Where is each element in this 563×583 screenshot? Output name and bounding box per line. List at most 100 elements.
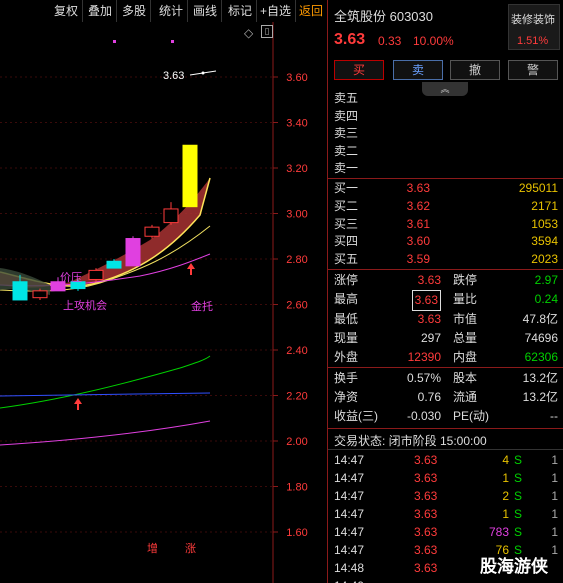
price-axis-label: 3.40 bbox=[286, 118, 307, 130]
cancel-order-button[interactable]: 撤 bbox=[450, 60, 500, 80]
buy-order-row: 买一 3.63 295011 bbox=[328, 179, 563, 197]
stat-label: 股本 bbox=[453, 371, 478, 385]
toolbar-fuquan-button[interactable]: 复权 bbox=[50, 0, 84, 22]
tick-row: 14:47 3.63 4 S 1 bbox=[328, 451, 563, 469]
tick-count: 1 bbox=[551, 453, 558, 467]
candle-body bbox=[32, 290, 48, 299]
stock-change: 0.33 bbox=[378, 34, 402, 48]
tick-time: 14:47 bbox=[334, 507, 365, 521]
stat-row: 最高 3.63 量比 0.24 bbox=[328, 290, 563, 312]
stock-price: 3.63 bbox=[334, 31, 366, 48]
tick-price: 3.63 bbox=[414, 453, 438, 467]
buy-order-row: 买五 3.59 2023 bbox=[328, 250, 563, 268]
price-axis-label: 2.80 bbox=[286, 254, 307, 266]
stat-label: 现量 bbox=[334, 330, 359, 345]
kline-chart-panel[interactable]: 3.60 3.40 3.20 3.00 2.80 2.60 2.40 2.20 2.00 1.80… bbox=[0, 0, 327, 583]
tick-side: S bbox=[514, 507, 523, 521]
sell-button[interactable]: 卖 bbox=[393, 60, 443, 80]
tick-count: 1 bbox=[551, 471, 558, 485]
tick-row: 14:49 bbox=[328, 577, 563, 583]
tick-row: 14:47 3.63 1 S 1 bbox=[328, 505, 563, 523]
sell-order-row: 卖一 bbox=[328, 159, 563, 177]
buy-order-row: 买二 3.62 2171 bbox=[328, 197, 563, 215]
sell-order-row: 卖五 bbox=[328, 89, 563, 107]
order-volume: 295011 bbox=[518, 181, 558, 195]
stat-value: 13.2亿 bbox=[522, 371, 558, 385]
diamond-icon[interactable]: ◇ bbox=[244, 26, 253, 40]
price-axis-label: 2.00 bbox=[286, 436, 307, 448]
stat-value: 13.2亿 bbox=[522, 390, 558, 404]
alert-button[interactable]: 警 bbox=[508, 60, 558, 80]
tick-volume: 4 bbox=[502, 453, 509, 467]
sector-badge[interactable]: 装修装饰 1.51% bbox=[508, 4, 560, 50]
candle-body bbox=[12, 281, 28, 301]
layout-toggle-icon[interactable]: ▯ bbox=[261, 25, 273, 38]
tick-count: 1 bbox=[551, 489, 558, 503]
buy-button[interactable]: 买 bbox=[334, 60, 384, 80]
tick-time: 14:47 bbox=[334, 543, 365, 557]
stock-change-pct: 10.00% bbox=[413, 34, 454, 48]
divider bbox=[328, 367, 563, 368]
annotation-price-support: 价压 bbox=[60, 271, 82, 284]
candle-body bbox=[163, 208, 179, 224]
candle-body bbox=[88, 269, 104, 280]
tick-price: 3.63 bbox=[414, 507, 438, 521]
tick-price: 3.63 bbox=[414, 525, 438, 539]
stat-row: 最低 3.63 市值 47.8亿 bbox=[328, 310, 563, 329]
order-label: 买三 bbox=[334, 216, 359, 231]
price-axis-label: 3.60 bbox=[286, 72, 307, 84]
ma-cloud-band bbox=[0, 178, 210, 288]
sell-order-row: 卖二 bbox=[328, 142, 563, 160]
order-label: 卖三 bbox=[334, 126, 359, 140]
signal-dot bbox=[113, 40, 116, 43]
stat-row: 涨停 3.63 跌停 2.97 bbox=[328, 271, 563, 290]
stat-value: 0.24 bbox=[534, 292, 558, 307]
price-axis-label: 2.40 bbox=[286, 345, 307, 357]
toolbar-mark-button[interactable]: 标记 bbox=[224, 0, 258, 22]
price-axis-label: 1.80 bbox=[286, 482, 307, 494]
stat-label: PE(动) bbox=[453, 409, 490, 423]
bottom-label: 增 bbox=[147, 541, 158, 555]
stat-label: 收益(三) bbox=[334, 409, 378, 423]
toolbar-back-button[interactable]: 返回 bbox=[295, 0, 327, 22]
trade-status: 交易状态: 闭市阶段 15:00:00 bbox=[334, 434, 487, 448]
stat-value: 3.63 bbox=[411, 290, 441, 312]
tick-price: 3.63 bbox=[414, 489, 438, 503]
tick-time: 14:47 bbox=[334, 471, 365, 485]
toolbar-stats-button[interactable]: 统计 bbox=[155, 0, 189, 22]
tick-volume: 2 bbox=[502, 489, 509, 503]
order-price: 3.62 bbox=[406, 198, 430, 213]
tick-count: 1 bbox=[551, 525, 558, 539]
tick-side: S bbox=[514, 525, 523, 539]
sell-order-row: 卖三 bbox=[328, 124, 563, 142]
candle-body bbox=[106, 260, 122, 269]
stat-label: 内盘 bbox=[453, 350, 478, 365]
stat-row: 收益(三) -0.030 PE(动) -- bbox=[328, 407, 563, 426]
divider bbox=[328, 428, 563, 429]
stat-value: 297 bbox=[420, 330, 441, 345]
toolbar-overlay-button[interactable]: 叠加 bbox=[84, 0, 118, 22]
up-arrow-icon bbox=[74, 398, 82, 410]
candle-body bbox=[144, 226, 160, 237]
toolbar-multi-stock-button[interactable]: 多股 bbox=[118, 0, 152, 22]
stat-row: 换手 0.57% 股本 13.2亿 bbox=[328, 369, 563, 388]
price-axis-label: 2.60 bbox=[286, 300, 307, 312]
tick-price: 3.63 bbox=[414, 471, 438, 485]
price-axis-label: 1.60 bbox=[286, 527, 307, 539]
order-label: 卖二 bbox=[334, 143, 359, 158]
tick-side: S bbox=[514, 453, 523, 467]
kline-chart[interactable]: 3.60 3.40 3.20 3.00 2.80 2.60 2.40 2.20 2.00 1.80… bbox=[0, 0, 327, 583]
annotation-gold-support: 金托 bbox=[191, 299, 213, 313]
tick-time: 14:48 bbox=[334, 561, 365, 575]
tick-volume: 1 bbox=[502, 471, 509, 485]
toolbar-add-watchlist-button[interactable]: +自选 bbox=[256, 0, 297, 22]
stat-value: 62306 bbox=[524, 350, 558, 365]
toolbar-draw-line-button[interactable]: 画线 bbox=[189, 0, 223, 22]
stat-label: 流通 bbox=[453, 390, 478, 404]
price-axis-label: 3.20 bbox=[286, 163, 307, 175]
tick-side: S bbox=[514, 471, 523, 485]
order-price: 3.59 bbox=[406, 252, 430, 267]
stock-name: 全筑股份 603030 bbox=[334, 9, 433, 24]
quote-panel: 全筑股份 603030 3.63 0.33 10.00% 装修装饰 1.51% … bbox=[327, 0, 563, 583]
tick-time: 14:49 bbox=[334, 577, 364, 583]
